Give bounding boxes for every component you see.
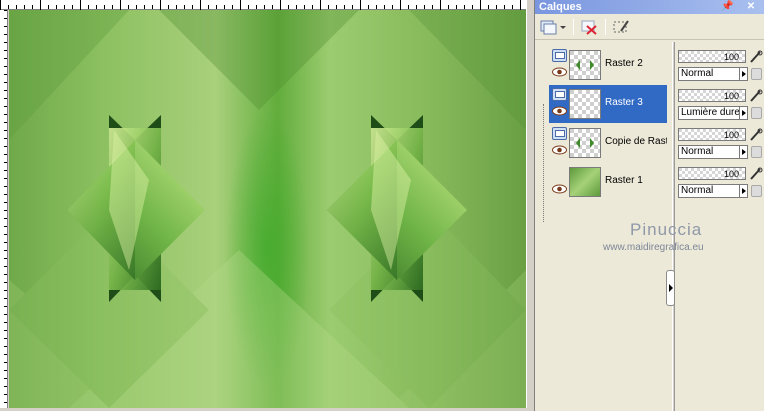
layer-name: Raster 3 — [605, 97, 643, 108]
new-layer-icon[interactable] — [539, 18, 559, 36]
eye-icon[interactable] — [552, 184, 567, 194]
lock-icon[interactable] — [751, 107, 762, 119]
chevron-down-icon[interactable] — [558, 18, 568, 36]
horizontal-ruler — [0, 0, 530, 10]
edit-selection-icon[interactable] — [611, 18, 631, 36]
toolbar-divider — [605, 19, 606, 35]
psp-workspace: Calques 📌 ✕ Raster 2 Raster 3 Copie de R… — [0, 0, 764, 411]
layer-tree-line — [543, 104, 544, 222]
collapse-handle[interactable] — [666, 270, 675, 306]
blend-mode-select[interactable]: Normal — [678, 145, 740, 159]
blend-mode-select[interactable]: Lumière dure — [678, 106, 740, 120]
lock-icon[interactable] — [751, 185, 762, 197]
palette-toolbar — [535, 14, 764, 40]
layer-row[interactable]: Raster 2 — [549, 46, 667, 84]
edit-icon[interactable] — [749, 128, 763, 142]
opacity-value: 100 — [723, 52, 739, 62]
layer-thumbnail — [569, 128, 601, 158]
layer-props-row: 100 Normal — [675, 46, 764, 84]
close-icon[interactable]: ✕ — [745, 1, 757, 13]
layer-props-row: 100 Lumière dure — [675, 85, 764, 123]
eye-icon[interactable] — [552, 67, 567, 77]
layer-type-icon — [552, 49, 567, 62]
watermark-site: www.maidiregrafica.eu — [603, 242, 704, 253]
chevron-right-icon[interactable] — [739, 106, 748, 120]
layer-thumbnail — [569, 50, 601, 80]
opacity-value: 100 — [723, 169, 739, 179]
layer-type-icon — [552, 88, 567, 101]
vertical-ruler — [0, 10, 8, 411]
pin-icon[interactable]: 📌 — [721, 1, 733, 13]
image-canvas[interactable] — [9, 10, 526, 408]
layer-name: Raster 1 — [605, 175, 643, 186]
toolbar-divider — [573, 19, 574, 35]
chevron-right-icon[interactable] — [739, 67, 748, 81]
edit-icon[interactable] — [749, 50, 763, 64]
layer-row-selected[interactable]: Raster 3 — [549, 85, 667, 123]
palette-title: Calques — [539, 1, 582, 13]
opacity-slider[interactable]: 100 — [678, 50, 746, 63]
edit-icon[interactable] — [749, 89, 763, 103]
delete-layer-icon[interactable] — [579, 18, 599, 36]
layer-row[interactable]: Copie de Raster 2 — [549, 124, 667, 162]
layers-palette: Calques 📌 ✕ Raster 2 Raster 3 Copie de R… — [534, 0, 764, 411]
layer-name: Raster 2 — [605, 58, 643, 69]
opacity-slider[interactable]: 100 — [678, 167, 746, 180]
opacity-value: 100 — [723, 130, 739, 140]
layer-type-icon — [552, 127, 567, 140]
opacity-slider[interactable]: 100 — [678, 128, 746, 141]
layer-thumbnail — [569, 167, 601, 197]
opacity-slider[interactable]: 100 — [678, 89, 746, 102]
lock-icon[interactable] — [751, 68, 762, 80]
layer-row[interactable]: Raster 1 — [549, 163, 667, 201]
eye-icon[interactable] — [552, 145, 567, 155]
edit-icon[interactable] — [749, 167, 763, 181]
layer-props-row: 100 Normal — [675, 163, 764, 201]
canvas-artwork — [9, 10, 526, 408]
blend-mode-select[interactable]: Normal — [678, 67, 740, 81]
layer-thumbnail — [569, 89, 601, 119]
palette-title-bar[interactable]: Calques 📌 ✕ — [535, 0, 764, 14]
eye-icon[interactable] — [552, 106, 567, 116]
lock-icon[interactable] — [751, 146, 762, 158]
chevron-right-icon[interactable] — [739, 184, 748, 198]
opacity-value: 100 — [723, 91, 739, 101]
layer-props-row: 100 Normal — [675, 124, 764, 162]
blend-mode-select[interactable]: Normal — [678, 184, 740, 198]
canvas-scroll-strip[interactable] — [526, 0, 534, 411]
layer-name: Copie de Raster 2 — [605, 136, 667, 147]
watermark-name: Pinuccia — [630, 220, 703, 239]
chevron-right-icon[interactable] — [739, 145, 748, 159]
